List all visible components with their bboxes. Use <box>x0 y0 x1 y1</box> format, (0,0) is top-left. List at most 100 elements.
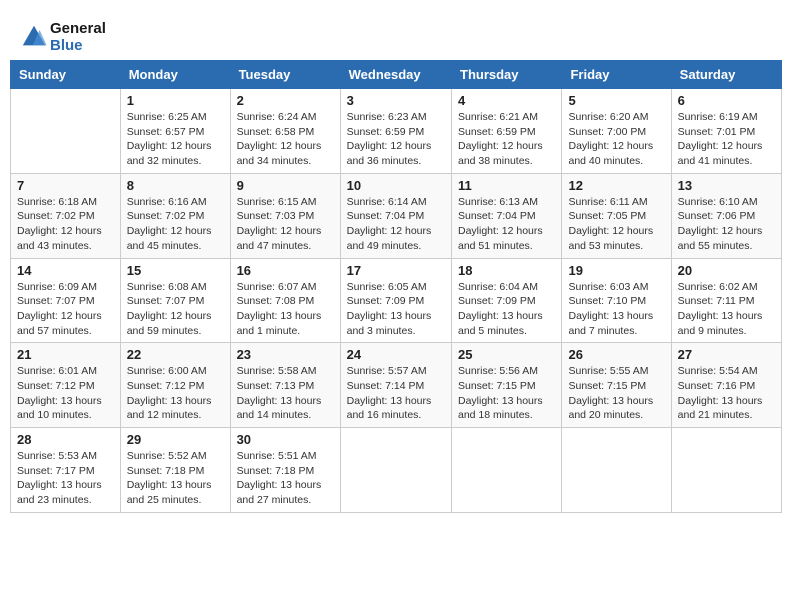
calendar-cell: 28 Sunrise: 5:53 AM Sunset: 7:17 PM Dayli… <box>11 428 121 513</box>
calendar-cell: 15 Sunrise: 6:08 AM Sunset: 7:07 PM Dayli… <box>120 258 230 343</box>
calendar-cell: 5 Sunrise: 6:20 AM Sunset: 7:00 PM Daylig… <box>562 89 671 174</box>
day-number: 5 <box>568 93 664 108</box>
day-header-monday: Monday <box>120 61 230 89</box>
day-info: Sunrise: 6:02 AM Sunset: 7:11 PM Dayligh… <box>678 280 775 339</box>
day-number: 18 <box>458 263 555 278</box>
calendar-cell: 14Sunrise: 6:09 AM Sunset: 7:07 PM Dayli… <box>11 258 121 343</box>
calendar-cell: 18 Sunrise: 6:04 AM Sunset: 7:09 PM Dayli… <box>452 258 562 343</box>
calendar-table: SundayMondayTuesdayWednesdayThursdayFrid… <box>10 60 782 513</box>
calendar-cell <box>11 89 121 174</box>
day-number: 15 <box>127 263 224 278</box>
calendar-cell <box>452 428 562 513</box>
day-number: 23 <box>237 347 334 362</box>
calendar-cell: 12 Sunrise: 6:11 AM Sunset: 7:05 PM Dayli… <box>562 173 671 258</box>
calendar-cell: 11Sunrise: 6:13 AM Sunset: 7:04 PM Dayli… <box>452 173 562 258</box>
calendar-cell: 26Sunrise: 5:55 AM Sunset: 7:15 PM Dayli… <box>562 343 671 428</box>
calendar-cell: 20 Sunrise: 6:02 AM Sunset: 7:11 PM Dayli… <box>671 258 781 343</box>
day-number: 28 <box>17 432 114 447</box>
calendar-cell: 6 Sunrise: 6:19 AM Sunset: 7:01 PM Daylig… <box>671 89 781 174</box>
day-number: 13 <box>678 178 775 193</box>
day-info: Sunrise: 6:11 AM Sunset: 7:05 PM Dayligh… <box>568 195 664 254</box>
day-info: Sunrise: 6:21 AM Sunset: 6:59 PM Dayligh… <box>458 110 555 169</box>
day-header-sunday: Sunday <box>11 61 121 89</box>
day-number: 2 <box>237 93 334 108</box>
day-number: 25 <box>458 347 555 362</box>
day-number: 7 <box>17 178 114 193</box>
header-row: SundayMondayTuesdayWednesdayThursdayFrid… <box>11 61 782 89</box>
day-info: Sunrise: 6:10 AM Sunset: 7:06 PM Dayligh… <box>678 195 775 254</box>
day-info: Sunrise: 6:15 AM Sunset: 7:03 PM Dayligh… <box>237 195 334 254</box>
calendar-week-row: 7 Sunrise: 6:18 AM Sunset: 7:02 PM Daylig… <box>11 173 782 258</box>
calendar-cell: 1 Sunrise: 6:25 AM Sunset: 6:57 PM Daylig… <box>120 89 230 174</box>
calendar-week-row: 14Sunrise: 6:09 AM Sunset: 7:07 PM Dayli… <box>11 258 782 343</box>
day-number: 20 <box>678 263 775 278</box>
day-info: Sunrise: 6:14 AM Sunset: 7:04 PM Dayligh… <box>347 195 445 254</box>
day-number: 3 <box>347 93 445 108</box>
day-info: Sunrise: 6:08 AM Sunset: 7:07 PM Dayligh… <box>127 280 224 339</box>
day-number: 29 <box>127 432 224 447</box>
day-info: Sunrise: 6:24 AM Sunset: 6:58 PM Dayligh… <box>237 110 334 169</box>
day-header-friday: Friday <box>562 61 671 89</box>
logo-text: General Blue <box>50 20 106 54</box>
calendar-cell: 27 Sunrise: 5:54 AM Sunset: 7:16 PM Dayli… <box>671 343 781 428</box>
page-header: General Blue <box>10 10 782 60</box>
day-info: Sunrise: 6:16 AM Sunset: 7:02 PM Dayligh… <box>127 195 224 254</box>
day-number: 10 <box>347 178 445 193</box>
day-info: Sunrise: 6:23 AM Sunset: 6:59 PM Dayligh… <box>347 110 445 169</box>
calendar-cell: 30Sunrise: 5:51 AM Sunset: 7:18 PM Dayli… <box>230 428 340 513</box>
day-info: Sunrise: 6:04 AM Sunset: 7:09 PM Dayligh… <box>458 280 555 339</box>
logo-icon <box>20 23 48 51</box>
calendar-cell: 13 Sunrise: 6:10 AM Sunset: 7:06 PM Dayli… <box>671 173 781 258</box>
day-info: Sunrise: 5:53 AM Sunset: 7:17 PM Dayligh… <box>17 449 114 508</box>
day-number: 30 <box>237 432 334 447</box>
day-info: Sunrise: 6:07 AM Sunset: 7:08 PM Dayligh… <box>237 280 334 339</box>
day-info: Sunrise: 6:20 AM Sunset: 7:00 PM Dayligh… <box>568 110 664 169</box>
calendar-cell: 22Sunrise: 6:00 AM Sunset: 7:12 PM Dayli… <box>120 343 230 428</box>
day-number: 8 <box>127 178 224 193</box>
calendar-week-row: 28 Sunrise: 5:53 AM Sunset: 7:17 PM Dayli… <box>11 428 782 513</box>
calendar-cell: 25 Sunrise: 5:56 AM Sunset: 7:15 PM Dayli… <box>452 343 562 428</box>
day-number: 19 <box>568 263 664 278</box>
calendar-cell: 19 Sunrise: 6:03 AM Sunset: 7:10 PM Dayli… <box>562 258 671 343</box>
day-number: 11 <box>458 178 555 193</box>
day-info: Sunrise: 6:18 AM Sunset: 7:02 PM Dayligh… <box>17 195 114 254</box>
calendar-cell: 17Sunrise: 6:05 AM Sunset: 7:09 PM Dayli… <box>340 258 451 343</box>
day-number: 6 <box>678 93 775 108</box>
day-header-tuesday: Tuesday <box>230 61 340 89</box>
day-number: 4 <box>458 93 555 108</box>
day-info: Sunrise: 6:19 AM Sunset: 7:01 PM Dayligh… <box>678 110 775 169</box>
calendar-cell: 16 Sunrise: 6:07 AM Sunset: 7:08 PM Dayli… <box>230 258 340 343</box>
day-info: Sunrise: 6:03 AM Sunset: 7:10 PM Dayligh… <box>568 280 664 339</box>
day-header-thursday: Thursday <box>452 61 562 89</box>
calendar-week-row: 1 Sunrise: 6:25 AM Sunset: 6:57 PM Daylig… <box>11 89 782 174</box>
day-number: 24 <box>347 347 445 362</box>
calendar-cell <box>671 428 781 513</box>
day-info: Sunrise: 6:09 AM Sunset: 7:07 PM Dayligh… <box>17 280 114 339</box>
day-number: 9 <box>237 178 334 193</box>
day-info: Sunrise: 5:58 AM Sunset: 7:13 PM Dayligh… <box>237 364 334 423</box>
calendar-cell: 29Sunrise: 5:52 AM Sunset: 7:18 PM Dayli… <box>120 428 230 513</box>
day-info: Sunrise: 5:54 AM Sunset: 7:16 PM Dayligh… <box>678 364 775 423</box>
day-header-saturday: Saturday <box>671 61 781 89</box>
calendar-cell: 21Sunrise: 6:01 AM Sunset: 7:12 PM Dayli… <box>11 343 121 428</box>
day-number: 21 <box>17 347 114 362</box>
day-info: Sunrise: 5:56 AM Sunset: 7:15 PM Dayligh… <box>458 364 555 423</box>
day-number: 12 <box>568 178 664 193</box>
calendar-cell: 23 Sunrise: 5:58 AM Sunset: 7:13 PM Dayli… <box>230 343 340 428</box>
day-number: 16 <box>237 263 334 278</box>
calendar-week-row: 21Sunrise: 6:01 AM Sunset: 7:12 PM Dayli… <box>11 343 782 428</box>
calendar-cell: 8 Sunrise: 6:16 AM Sunset: 7:02 PM Daylig… <box>120 173 230 258</box>
calendar-cell: 3 Sunrise: 6:23 AM Sunset: 6:59 PM Daylig… <box>340 89 451 174</box>
calendar-cell: 4 Sunrise: 6:21 AM Sunset: 6:59 PM Daylig… <box>452 89 562 174</box>
day-number: 1 <box>127 93 224 108</box>
calendar-cell: 10 Sunrise: 6:14 AM Sunset: 7:04 PM Dayli… <box>340 173 451 258</box>
day-info: Sunrise: 6:25 AM Sunset: 6:57 PM Dayligh… <box>127 110 224 169</box>
day-info: Sunrise: 6:00 AM Sunset: 7:12 PM Dayligh… <box>127 364 224 423</box>
day-header-wednesday: Wednesday <box>340 61 451 89</box>
calendar-cell: 2 Sunrise: 6:24 AM Sunset: 6:58 PM Daylig… <box>230 89 340 174</box>
calendar-cell: 9 Sunrise: 6:15 AM Sunset: 7:03 PM Daylig… <box>230 173 340 258</box>
day-info: Sunrise: 6:05 AM Sunset: 7:09 PM Dayligh… <box>347 280 445 339</box>
day-info: Sunrise: 5:55 AM Sunset: 7:15 PM Dayligh… <box>568 364 664 423</box>
day-number: 27 <box>678 347 775 362</box>
calendar-cell: 7 Sunrise: 6:18 AM Sunset: 7:02 PM Daylig… <box>11 173 121 258</box>
